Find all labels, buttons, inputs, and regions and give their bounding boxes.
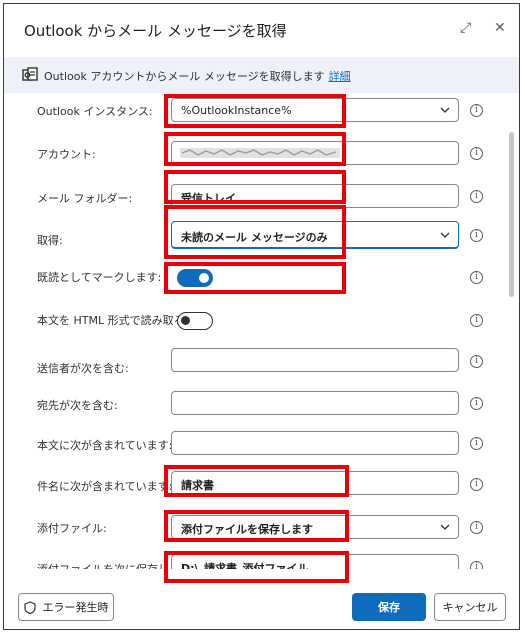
save-button[interactable]: 保存 [352, 593, 426, 621]
cancel-button[interactable]: キャンセル [434, 593, 506, 621]
footer: エラー発生時 保存 キャンセル [4, 569, 519, 629]
from-input[interactable] [171, 348, 459, 372]
info-icon[interactable]: i [470, 478, 483, 491]
instance-select[interactable]: %OutlookInstance% [171, 98, 459, 122]
row-retrieve: 取得: 未読のメール メッセージのみ i [4, 221, 504, 261]
info-icon[interactable]: i [470, 314, 483, 327]
subject-input[interactable]: 請求書 [171, 471, 459, 495]
shield-icon [23, 600, 36, 614]
to-input[interactable] [171, 391, 459, 415]
close-icon[interactable]: ✕ [494, 20, 506, 36]
from-label: 送信者が次を含む: [37, 362, 129, 375]
info-icon[interactable]: i [470, 437, 483, 450]
instance-label: Outlook インスタンス: [37, 105, 153, 118]
attachments-label: 添付ファイル: [37, 522, 107, 535]
row-from: 送信者が次を含む: i [4, 348, 504, 388]
form-content: Outlook インスタンス: %OutlookInstance% i アカウン… [4, 93, 519, 569]
row-instance: Outlook インスタンス: %OutlookInstance% i [4, 93, 504, 133]
save-path-input[interactable]: D:\_請求書_添付ファイル [171, 554, 459, 569]
info-icon[interactable]: i [470, 355, 483, 368]
subject-label: 件名に次が含まれています: [37, 480, 173, 493]
chevron-down-icon [440, 107, 450, 113]
row-folder: メール フォルダー: 受信トレイ i [4, 179, 504, 219]
folder-input[interactable]: 受信トレイ [171, 184, 459, 208]
dialog: Outlook からメール メッセージを取得 ⤢ ✕ Outlook アカウント… [3, 3, 520, 630]
mark-read-toggle[interactable] [177, 269, 213, 287]
account-label: アカウント: [37, 148, 96, 161]
info-icon[interactable]: i [470, 190, 483, 203]
expand-icon[interactable]: ⤢ [460, 20, 471, 36]
subject-value: 請求書 [181, 479, 214, 492]
attachments-select[interactable]: 添付ファイルを保存します [171, 515, 459, 539]
title-bar: Outlook からメール メッセージを取得 ⤢ ✕ [4, 4, 519, 56]
info-icon[interactable]: i [470, 147, 483, 160]
on-error-label: エラー発生時 [42, 601, 109, 614]
row-save-path: 添付ファイルを次に保存します: D:\_請求書_添付ファイル i [4, 553, 504, 569]
row-account: アカウント: i [4, 136, 504, 176]
account-input[interactable] [171, 141, 459, 165]
info-icon[interactable]: i [470, 229, 483, 242]
info-icon[interactable]: i [470, 561, 483, 569]
chevron-down-icon [440, 524, 450, 530]
details-link[interactable]: 詳細 [329, 70, 351, 83]
folder-value: 受信トレイ [181, 192, 236, 205]
outlook-icon [22, 67, 38, 81]
redacted-text [180, 148, 340, 158]
info-icon[interactable]: i [470, 271, 483, 284]
row-html-body: 本文を HTML 形式で読み取る: i [4, 308, 504, 348]
info-icon[interactable]: i [470, 521, 483, 534]
to-label: 宛先が次を含む: [37, 399, 118, 412]
toggle-knob [181, 316, 190, 325]
folder-label: メール フォルダー: [37, 192, 133, 205]
info-text: Outlook アカウントからメール メッセージを取得します 詳細 [44, 68, 351, 84]
row-mark-read: 既読としてマークします: i [4, 264, 504, 304]
info-bar: Outlook アカウントからメール メッセージを取得します 詳細 [4, 57, 519, 93]
row-body-contains: 本文に次が含まれています: i [4, 431, 504, 471]
dialog-title: Outlook からメール メッセージを取得 [24, 22, 287, 40]
on-error-button[interactable]: エラー発生時 [18, 593, 114, 621]
html-body-label: 本文を HTML 形式で読み取る: [37, 314, 189, 327]
info-icon[interactable]: i [470, 104, 483, 117]
toggle-knob [199, 273, 209, 283]
info-description: Outlook アカウントからメール メッセージを取得します [44, 70, 325, 83]
row-attachments: 添付ファイル: 添付ファイルを保存します i [4, 513, 504, 553]
chevron-down-icon [440, 232, 450, 238]
attachments-value: 添付ファイルを保存します [181, 523, 313, 536]
body-contains-input[interactable] [171, 431, 459, 455]
body-contains-label: 本文に次が含まれています: [37, 439, 173, 452]
retrieve-label: 取得: [37, 234, 63, 247]
save-path-value: D:\_請求書_添付ファイル [181, 562, 309, 569]
retrieve-value: 未読のメール メッセージのみ [181, 231, 328, 244]
row-to: 宛先が次を含む: i [4, 391, 504, 431]
mark-read-label: 既読としてマークします: [37, 271, 162, 284]
instance-value: %OutlookInstance% [181, 104, 292, 117]
scrollbar-thumb[interactable] [509, 132, 514, 297]
retrieve-select[interactable]: 未読のメール メッセージのみ [171, 221, 459, 249]
row-subject: 件名に次が含まれています: 請求書 i [4, 471, 504, 511]
html-body-toggle[interactable] [177, 312, 213, 330]
info-icon[interactable]: i [470, 397, 483, 410]
